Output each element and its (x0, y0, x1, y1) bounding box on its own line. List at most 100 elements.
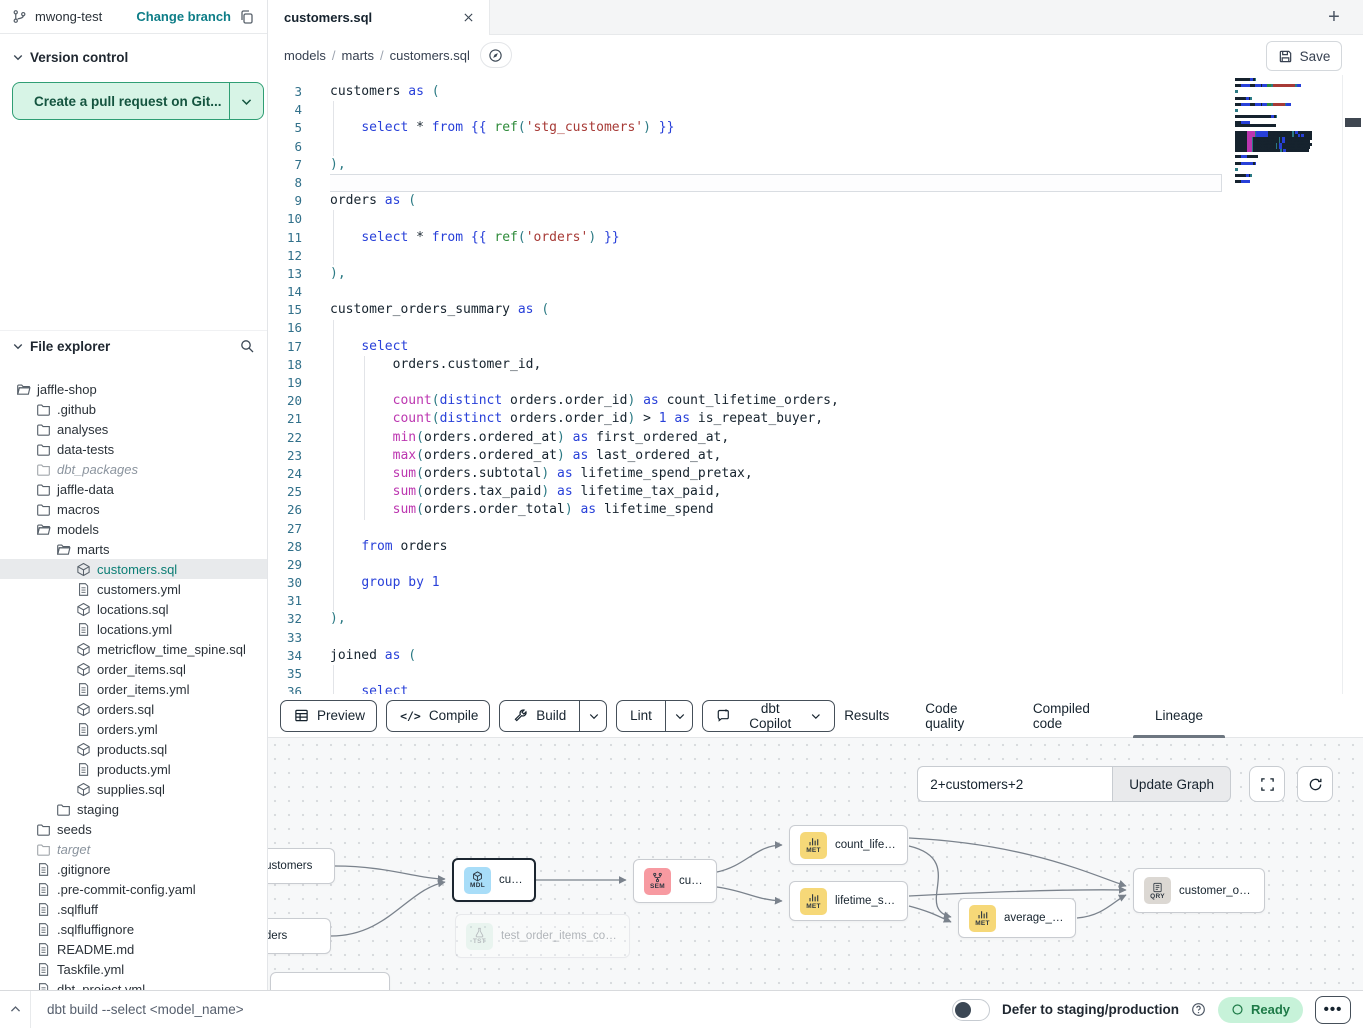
tab-lineage[interactable]: Lineage (1155, 694, 1203, 738)
close-icon[interactable] (462, 11, 475, 24)
file-tree-item-metricflow-time-spine-sql[interactable]: metricflow_time_spine.sql (0, 639, 267, 659)
fullscreen-icon (1260, 777, 1275, 792)
file-tree-item--gitignore[interactable]: .gitignore (0, 859, 267, 879)
update-graph-button[interactable]: Update Graph (1112, 766, 1231, 802)
new-tab-button[interactable]: + (1321, 4, 1347, 30)
file-tree-item-README-md[interactable]: README.md (0, 939, 267, 959)
folder-icon (36, 482, 51, 497)
more-options-button[interactable]: ••• (1315, 996, 1351, 1024)
file-icon (76, 682, 91, 697)
model-icon (76, 602, 91, 617)
lineage-node-count_lifetime_orders[interactable]: METcount_lifetime_orders (789, 825, 908, 865)
lineage-node-partial_node[interactable] (270, 972, 390, 990)
preview-button[interactable]: Preview (280, 700, 377, 732)
tab-code-quality[interactable]: Code quality (925, 694, 997, 738)
breadcrumb-file[interactable]: customers.sql (390, 48, 470, 63)
gutter: 3456789101112131415161718192021222324252… (268, 83, 308, 694)
file-icon (36, 982, 51, 991)
lineage-node-customer_order_metrics[interactable]: QRYcustomer_order_metrics (1133, 868, 1265, 913)
folder-open-icon (16, 382, 31, 397)
scrollbar-thumb[interactable] (1345, 118, 1361, 127)
file-tree-item--sqlfluffignore[interactable]: .sqlfluffignore (0, 919, 267, 939)
file-tree-item-orders-yml[interactable]: orders.yml (0, 719, 267, 739)
command-input[interactable]: dbt build --select <model_name> (47, 1002, 244, 1017)
code-lines: customers as ( select * from {{ ref('stg… (330, 83, 1233, 694)
create-pr-button[interactable]: Create a pull request on Git... (12, 82, 264, 120)
tab-compiled-code[interactable]: Compiled code (1033, 694, 1119, 738)
expand-command-bar-button[interactable] (0, 1003, 30, 1016)
version-control-header[interactable]: Version control (12, 44, 255, 70)
file-tree-item-orders-sql[interactable]: orders.sql (0, 699, 267, 719)
file-tree-item-jaffle-data[interactable]: jaffle-data (0, 479, 267, 499)
file-tree-item-products-sql[interactable]: products.sql (0, 739, 267, 759)
build-caret-button[interactable] (579, 701, 607, 731)
lineage-node-stg_customers[interactable]: stg_customers (268, 848, 335, 884)
file-tree-item-customers-sql[interactable]: customers.sql (0, 559, 267, 579)
file-tree-item--sqlfluff[interactable]: .sqlfluff (0, 899, 267, 919)
file-tree-item--github[interactable]: .github (0, 399, 267, 419)
breadcrumb-bar: models / marts / customers.sql Save (268, 35, 1363, 75)
tab-results[interactable]: Results (844, 694, 889, 738)
file-tree-item-dbt-packages[interactable]: dbt_packages (0, 459, 267, 479)
copy-icon[interactable] (239, 9, 255, 25)
file-explorer-title: File explorer (30, 339, 233, 354)
change-branch-link[interactable]: Change branch (136, 9, 231, 24)
file-tree-item-order-items-yml[interactable]: order_items.yml (0, 679, 267, 699)
file-tree-item-macros[interactable]: macros (0, 499, 267, 519)
file-tree-item-staging[interactable]: staging (0, 799, 267, 819)
fullscreen-button[interactable] (1249, 766, 1285, 802)
copilot-sparkle-icon (716, 708, 731, 723)
defer-toggle[interactable] (952, 999, 990, 1021)
file-tree-item-locations-yml[interactable]: locations.yml (0, 619, 267, 639)
model-icon (76, 642, 91, 657)
file-tree-item-Taskfile-yml[interactable]: Taskfile.yml (0, 959, 267, 979)
breadcrumb-models[interactable]: models (284, 48, 326, 63)
breadcrumb-marts[interactable]: marts (342, 48, 375, 63)
create-pr-caret-button[interactable] (229, 83, 263, 119)
lineage-panel: Update Graph stg_customersorders MDLcusto… (268, 738, 1363, 990)
lineage-node-lifetime_spend_pretax[interactable]: METlifetime_spend_pretax (789, 881, 908, 921)
minimap[interactable]: customers as ( select * from {{ ref('stg… (1235, 78, 1312, 268)
code-editor[interactable]: 3456789101112131415161718192021222324252… (268, 75, 1363, 694)
file-tree-item-customers-yml[interactable]: customers.yml (0, 579, 267, 599)
file-explorer-header[interactable]: File explorer (0, 331, 267, 361)
lineage-compass-button[interactable] (480, 42, 512, 68)
help-icon[interactable] (1191, 1002, 1206, 1017)
compass-icon (488, 48, 503, 63)
chevron-down-icon (12, 340, 24, 352)
file-tree-item-products-yml[interactable]: products.yml (0, 759, 267, 779)
file-tree-item-supplies-sql[interactable]: supplies.sql (0, 779, 267, 799)
lineage-node-customers_mdl[interactable]: MDLcustomers (452, 858, 536, 902)
file-tree-item-models[interactable]: models (0, 519, 267, 539)
file-tree-item-data-tests[interactable]: data-tests (0, 439, 267, 459)
lineage-node-test_bools[interactable]: TSTtest_order_items_compute_to_bools... (455, 914, 630, 958)
sem-badge: SEM (644, 868, 671, 895)
file-tree-item-order-items-sql[interactable]: order_items.sql (0, 659, 267, 679)
file-tree-item-locations-sql[interactable]: locations.sql (0, 599, 267, 619)
save-icon (1278, 49, 1293, 64)
file-tree-item-dbt-project-yml[interactable]: dbt_project.yml (0, 979, 267, 990)
lineage-node-customers_sem[interactable]: SEMcustomers (633, 859, 717, 903)
file-tree-item-target[interactable]: target (0, 839, 267, 859)
lineage-node-average_order_value[interactable]: METaverage_order_value (958, 898, 1076, 938)
lineage-node-orders[interactable]: orders (268, 918, 331, 954)
sidebar: mwong-test Change branch Version control… (0, 0, 268, 990)
refresh-button[interactable] (1297, 766, 1333, 802)
lint-button[interactable]: Lint (616, 700, 693, 732)
save-button[interactable]: Save (1266, 41, 1342, 71)
file-tree-item-marts[interactable]: marts (0, 539, 267, 559)
dbt-copilot-button[interactable]: dbt Copilot (702, 700, 835, 732)
file-tree-item--pre-commit-config-yaml[interactable]: .pre-commit-config.yaml (0, 879, 267, 899)
lineage-selector-input[interactable] (917, 766, 1112, 802)
search-icon[interactable] (239, 338, 255, 354)
file-tree-item-seeds[interactable]: seeds (0, 819, 267, 839)
file-tree: jaffle-shop.githubanalysesdata-testsdbt_… (0, 379, 267, 990)
file-icon (76, 622, 91, 637)
build-button[interactable]: Build (499, 700, 607, 732)
met-badge: MET (969, 905, 996, 932)
tab-customers-sql[interactable]: customers.sql (268, 0, 490, 35)
lint-caret-button[interactable] (665, 701, 693, 731)
file-tree-item-analyses[interactable]: analyses (0, 419, 267, 439)
compile-button[interactable]: </> Compile (386, 700, 490, 732)
file-tree-item-jaffle-shop[interactable]: jaffle-shop (0, 379, 267, 399)
